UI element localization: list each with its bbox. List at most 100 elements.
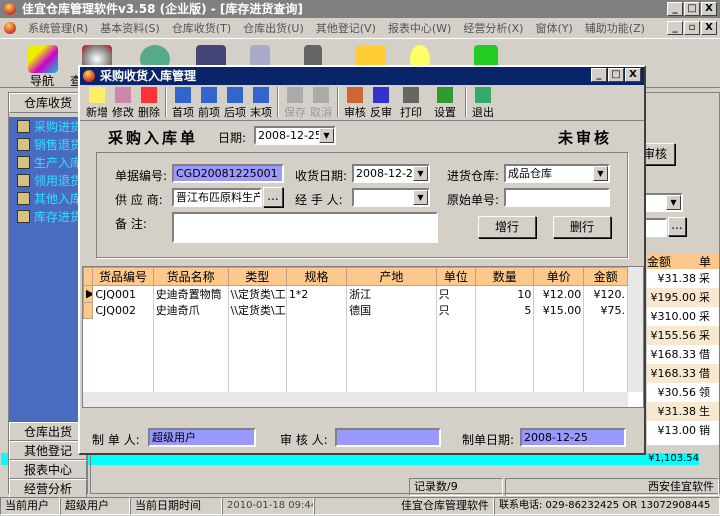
bg-row[interactable]: ¥195.00 采 bbox=[647, 288, 719, 307]
handler-dropdown[interactable]: ▼ bbox=[413, 190, 428, 205]
last-button[interactable]: 末项 bbox=[248, 87, 274, 120]
column-header[interactable]: 单位 bbox=[435, 267, 477, 286]
remark-field[interactable] bbox=[172, 212, 438, 243]
column-header[interactable]: 金额 bbox=[583, 267, 628, 286]
delete-row-button[interactable]: 删行 bbox=[553, 216, 611, 238]
recv-date-field[interactable]: 2008-12-25 bbox=[356, 167, 420, 180]
table-cell[interactable]: CJQ002 bbox=[92, 302, 154, 318]
column-header[interactable]: 货品名称 bbox=[152, 267, 229, 286]
table-cell[interactable]: \\定货类\工 bbox=[228, 285, 287, 302]
bg-row[interactable]: ¥168.33 借 bbox=[647, 345, 719, 364]
table-cell[interactable]: 史迪奇爪 bbox=[153, 302, 229, 318]
menu-item[interactable]: 系统管理(R) bbox=[28, 20, 88, 36]
bg-row[interactable]: ¥30.56 领 bbox=[647, 383, 719, 402]
table-cell[interactable]: 只 bbox=[436, 302, 477, 318]
dialog-maximize[interactable]: □ bbox=[608, 68, 624, 82]
navigation-label[interactable]: 导航 bbox=[30, 72, 54, 89]
warehouse-select[interactable]: 成品仓库 bbox=[508, 167, 552, 180]
horizontal-scrollbar[interactable] bbox=[83, 392, 628, 407]
prev-button[interactable]: 前项 bbox=[196, 87, 222, 120]
new-button[interactable]: 新增 bbox=[84, 87, 110, 120]
dialog-minimize[interactable]: _ bbox=[591, 68, 607, 82]
column-header[interactable]: 类型 bbox=[227, 267, 287, 286]
edit-button[interactable]: 修改 bbox=[110, 87, 136, 120]
sidebar-group[interactable]: 其他登记 bbox=[9, 441, 87, 460]
exit-button[interactable]: 退出 bbox=[470, 87, 496, 120]
cancel-button[interactable]: 取消 bbox=[308, 87, 334, 120]
table-cell[interactable]: 德国 bbox=[346, 302, 437, 318]
sidebar-group[interactable]: 仓库出货 bbox=[9, 422, 87, 441]
table-cell[interactable]: 1*2 bbox=[286, 285, 348, 302]
column-header[interactable]: 规格 bbox=[285, 267, 348, 286]
date-dropdown[interactable]: ▼ bbox=[319, 128, 334, 143]
column-header[interactable]: 单价 bbox=[533, 267, 585, 286]
bg-row[interactable]: ¥155.56 采 bbox=[647, 326, 719, 345]
table-cell[interactable]: ¥75. bbox=[583, 302, 628, 318]
table-cell[interactable]: 浙江 bbox=[346, 285, 437, 302]
first-button[interactable]: 首项 bbox=[170, 87, 196, 120]
minimize-button[interactable]: _ bbox=[667, 2, 683, 16]
table-cell[interactable]: 史迪奇置物筒 bbox=[153, 285, 229, 302]
table-cell[interactable]: 10 bbox=[475, 285, 535, 302]
sidebar-group-header[interactable]: 仓库收货 bbox=[9, 93, 87, 113]
menu-item[interactable]: 仓库出货(U) bbox=[243, 20, 304, 36]
sidebar-item[interactable]: 生产入库 bbox=[9, 153, 87, 171]
mdi-restore[interactable]: ▫ bbox=[684, 21, 700, 35]
warehouse-dropdown[interactable]: ▼ bbox=[593, 166, 608, 181]
dialog-close[interactable]: X bbox=[625, 68, 641, 82]
add-row-button[interactable]: 增行 bbox=[478, 216, 536, 238]
sidebar-item[interactable]: 销售退货 bbox=[9, 135, 87, 153]
mdi-minimize[interactable]: _ bbox=[667, 21, 683, 35]
sidebar-item[interactable]: 库存进货 bbox=[9, 207, 87, 225]
menu-item[interactable]: 其他登记(V) bbox=[316, 20, 376, 36]
menu-item[interactable]: 经营分析(X) bbox=[463, 20, 523, 36]
table-row[interactable]: ▶CJQ001史迪奇置物筒\\定货类\工1*2浙江只10¥12.00¥120. bbox=[83, 285, 628, 303]
menu-item[interactable]: 辅助功能(Z) bbox=[585, 20, 645, 36]
menu-item[interactable]: 窗体(Y) bbox=[535, 20, 572, 36]
table-cell[interactable]: 只 bbox=[436, 285, 477, 302]
bg-row[interactable]: ¥168.33 借 bbox=[647, 364, 719, 383]
table-row[interactable]: CJQ002 史迪奇爪 \\定货类\工 德国只 5 ¥15.00 ¥75. bbox=[83, 301, 628, 319]
table-cell[interactable]: CJQ001 bbox=[92, 285, 154, 302]
maximize-button[interactable]: □ bbox=[684, 2, 700, 16]
bg-row[interactable]: ¥310.00 采 bbox=[647, 307, 719, 326]
column-header[interactable]: 数量 bbox=[475, 267, 535, 286]
sidebar-group[interactable]: 报表中心 bbox=[9, 460, 87, 479]
item-icon bbox=[17, 173, 30, 187]
table-cell[interactable] bbox=[286, 302, 348, 318]
orig-no-field[interactable] bbox=[504, 188, 610, 207]
print-button[interactable]: 打印 bbox=[394, 87, 428, 120]
close-button[interactable]: X bbox=[701, 2, 717, 16]
next-button[interactable]: 后项 bbox=[222, 87, 248, 120]
date-field[interactable]: 2008-12-25 bbox=[258, 129, 322, 142]
delete-button[interactable]: 删除 bbox=[136, 87, 162, 120]
mdi-close[interactable]: X bbox=[701, 21, 717, 35]
bg-row[interactable]: ¥31.38 生 bbox=[647, 402, 719, 421]
table-cell[interactable]: ¥12.00 bbox=[533, 285, 585, 302]
vertical-scrollbar[interactable] bbox=[628, 267, 643, 392]
table-cell[interactable]: ¥120. bbox=[583, 285, 628, 302]
column-header[interactable]: 货品编号 bbox=[92, 267, 154, 286]
menu-item[interactable]: 报表中心(W) bbox=[388, 20, 451, 36]
column-header[interactable]: 产地 bbox=[346, 267, 437, 286]
menu-item[interactable]: 基本资料(S) bbox=[100, 20, 160, 36]
settings-button[interactable]: 设置 bbox=[428, 87, 462, 120]
menu-item[interactable]: 仓库收货(T) bbox=[172, 20, 231, 36]
doc-no-field[interactable]: CGD20081225001 bbox=[172, 164, 284, 183]
supplier-field[interactable]: 晋江布匹原料生产厂 bbox=[172, 188, 262, 207]
unaudit-button[interactable]: 反审 bbox=[368, 87, 394, 120]
bg-row[interactable]: ¥13.00 销 bbox=[647, 421, 719, 440]
table-cell[interactable]: ¥15.00 bbox=[533, 302, 585, 318]
sidebar-item[interactable]: 领用退货 bbox=[9, 171, 87, 189]
table-cell[interactable]: 5 bbox=[475, 302, 535, 318]
recv-date-dropdown[interactable]: ▼ bbox=[413, 166, 428, 181]
audit-button[interactable]: 审核 bbox=[342, 87, 368, 120]
sidebar-item[interactable]: 采购进货 bbox=[9, 117, 87, 135]
dialog-title: 采购收货入库管理 bbox=[100, 69, 197, 83]
sidebar-item[interactable]: 其他入库 bbox=[9, 189, 87, 207]
supplier-browse-button[interactable]: ... bbox=[263, 187, 283, 207]
bg-row[interactable]: ¥31.38 采 bbox=[647, 269, 719, 288]
save-button[interactable]: 保存 bbox=[282, 87, 308, 120]
table-cell[interactable]: \\定货类\工 bbox=[228, 302, 287, 318]
navigation-icon[interactable] bbox=[28, 45, 58, 73]
